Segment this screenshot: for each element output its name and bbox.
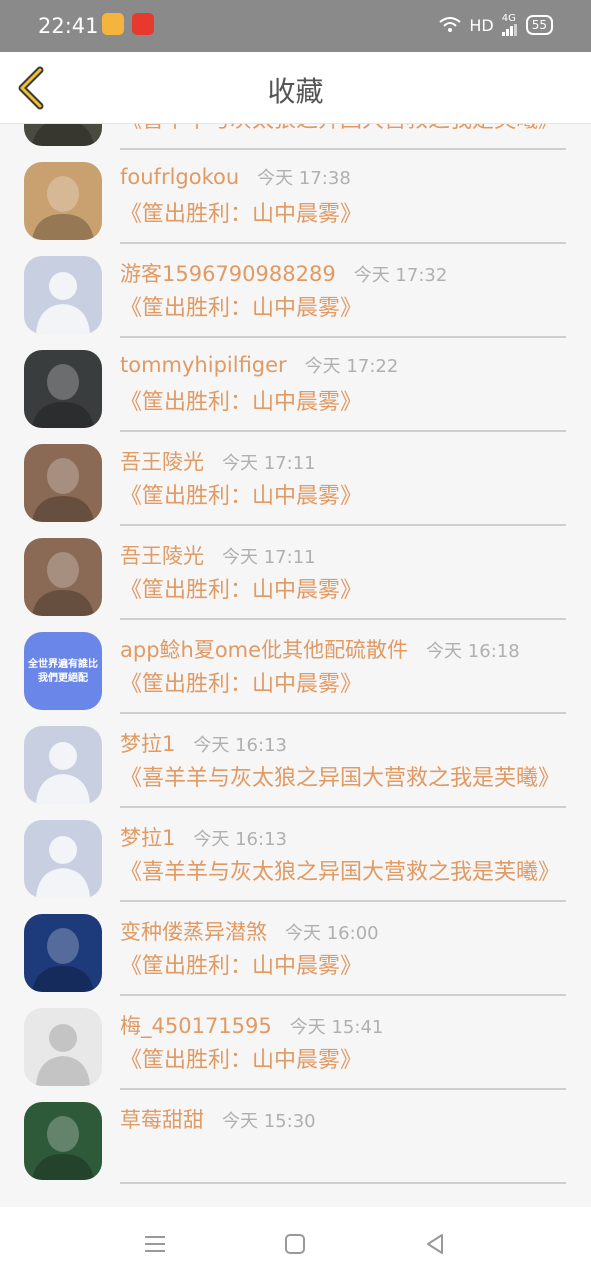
work-title[interactable]: 《喜羊羊与灰太狼之异国大营救之我是芙曦》 bbox=[120, 764, 566, 794]
user-name[interactable]: 梦拉1 bbox=[120, 728, 175, 758]
list-item-content: 游客1596790988289 今天 17:32 《筐出胜利：山中晨雾》 bbox=[120, 244, 566, 338]
user-name[interactable]: 吾王陵光 bbox=[120, 446, 204, 476]
list-item-meta: 梅_450171595 今天 15:41 bbox=[120, 1010, 566, 1044]
user-name[interactable]: 草莓甜甜 bbox=[120, 1104, 204, 1134]
app-icon bbox=[132, 13, 154, 35]
timestamp: 今天 17:11 bbox=[222, 453, 316, 474]
work-title[interactable]: 《筐出胜利：山中晨雾》 bbox=[120, 1046, 566, 1076]
list-item-content: 吾王陵光 今天 17:11 《筐出胜利：山中晨雾》 bbox=[120, 526, 566, 620]
avatar[interactable] bbox=[24, 350, 102, 428]
user-name[interactable]: 梦拉1 bbox=[120, 822, 175, 852]
list-item-content: 梦拉1 今天 16:13 《喜羊羊与灰太狼之异国大营救之我是芙曦》 bbox=[120, 808, 566, 902]
system-nav-bar bbox=[0, 1207, 591, 1280]
page-title: 收藏 bbox=[267, 75, 324, 108]
user-name[interactable]: tommyhipilfiger bbox=[120, 353, 287, 377]
work-title[interactable]: 《筐出胜利：山中晨雾》 bbox=[120, 670, 566, 700]
list-item-content: tommyhipilfiger 今天 17:22 《筐出胜利：山中晨雾》 bbox=[120, 338, 566, 432]
list-item-content: 梦拉1 今天 16:13 《喜羊羊与灰太狼之异国大营救之我是芙曦》 bbox=[120, 714, 566, 808]
list-item-content: app鲶h夏ome仳其他配硫散件 今天 16:18 《筐出胜利：山中晨雾》 bbox=[120, 620, 566, 714]
status-time: 22:41 bbox=[38, 14, 99, 38]
avatar[interactable] bbox=[24, 256, 102, 334]
weibo-icon bbox=[102, 13, 124, 35]
user-name[interactable]: 游客1596790988289 bbox=[120, 258, 336, 288]
list-item-meta: 吾王陵光 今天 17:11 bbox=[120, 446, 566, 480]
work-title[interactable]: 《筐出胜利：山中晨雾》 bbox=[120, 482, 566, 512]
timestamp: 今天 17:22 bbox=[304, 356, 399, 377]
list-item[interactable]: 吾王陵光 今天 17:11 《筐出胜利：山中晨雾》 bbox=[0, 432, 591, 526]
list-item-content: foufrlgokou 今天 17:38 《筐出胜利：山中晨雾》 bbox=[120, 150, 566, 244]
avatar[interactable] bbox=[24, 820, 102, 898]
avatar[interactable] bbox=[24, 1102, 102, 1180]
avatar[interactable] bbox=[24, 162, 102, 240]
list-item-meta: 变种偻蒸异潜煞 今天 16:00 bbox=[120, 916, 566, 950]
avatar[interactable] bbox=[24, 444, 102, 522]
list-item[interactable]: 梅_450171595 今天 15:41 《筐出胜利：山中晨雾》 bbox=[0, 996, 591, 1090]
timestamp: 今天 15:41 bbox=[289, 1017, 384, 1038]
timestamp: 今天 16:18 bbox=[426, 641, 520, 662]
work-title[interactable]: 《筐出胜利：山中晨雾》 bbox=[120, 200, 566, 230]
favorites-list[interactable]: 《喜羊羊与灰太狼之异国大营救之我是芙曦》 foufrlgokou 今天 17:38 《… bbox=[0, 124, 591, 1207]
home-icon[interactable] bbox=[282, 1231, 308, 1257]
network-type: HD bbox=[469, 15, 494, 35]
avatar[interactable] bbox=[24, 124, 102, 146]
avatar[interactable] bbox=[24, 914, 102, 992]
user-name[interactable]: 梅_450171595 bbox=[120, 1010, 272, 1040]
list-item[interactable]: tommyhipilfiger 今天 17:22 《筐出胜利：山中晨雾》 bbox=[0, 338, 591, 432]
list-item-content: 变种偻蒸异潜煞 今天 16:00 《筐出胜利：山中晨雾》 bbox=[120, 902, 566, 996]
work-title[interactable]: 《筐出胜利：山中晨雾》 bbox=[120, 952, 566, 982]
list-item-meta: 梦拉1 今天 16:13 bbox=[120, 728, 566, 762]
list-item-meta: 游客1596790988289 今天 17:32 bbox=[120, 258, 566, 292]
work-title[interactable]: 《喜羊羊与灰太狼之异国大营救之我是芙曦》 bbox=[120, 124, 566, 136]
timestamp: 今天 15:30 bbox=[222, 1111, 316, 1132]
user-name[interactable]: app鲶h夏ome仳其他配硫散件 bbox=[120, 634, 408, 664]
wifi-icon bbox=[439, 17, 461, 32]
list-item-content: 《喜羊羊与灰太狼之异国大营救之我是芙曦》 bbox=[120, 124, 566, 150]
work-title[interactable]: 《筐出胜利：山中晨雾》 bbox=[120, 576, 566, 606]
list-item[interactable]: 全世界遍有誰比我們更絕配 app鲶h夏ome仳其他配硫散件 今天 16:18 《筐出胜… bbox=[0, 620, 591, 714]
list-item[interactable]: 《喜羊羊与灰太狼之异国大营救之我是芙曦》 bbox=[0, 124, 591, 150]
timestamp: 今天 16:13 bbox=[193, 829, 287, 850]
timestamp: 今天 16:00 bbox=[285, 923, 379, 944]
user-name[interactable]: foufrlgokou bbox=[120, 165, 239, 189]
status-bar: 22:41 HD 4G 55 bbox=[0, 0, 591, 52]
list-item[interactable]: 草莓甜甜 今天 15:30 bbox=[0, 1090, 591, 1184]
list-item-meta: tommyhipilfiger 今天 17:22 bbox=[120, 352, 566, 386]
signal-type: 4G bbox=[501, 13, 516, 24]
back-icon[interactable] bbox=[422, 1231, 448, 1257]
list-item[interactable]: 变种偻蒸异潜煞 今天 16:00 《筐出胜利：山中晨雾》 bbox=[0, 902, 591, 996]
list-item-content: 草莓甜甜 今天 15:30 bbox=[120, 1090, 566, 1184]
list-item[interactable]: 游客1596790988289 今天 17:32 《筐出胜利：山中晨雾》 bbox=[0, 244, 591, 338]
work-title[interactable]: 《筐出胜利：山中晨雾》 bbox=[120, 294, 566, 324]
user-name[interactable]: 变种偻蒸异潜煞 bbox=[120, 916, 267, 946]
list-item-meta: 草莓甜甜 今天 15:30 bbox=[120, 1104, 566, 1138]
timestamp: 今天 16:13 bbox=[193, 735, 287, 756]
menu-icon[interactable] bbox=[142, 1231, 168, 1257]
signal-icon bbox=[501, 24, 517, 36]
list-item[interactable]: 吾王陵光 今天 17:11 《筐出胜利：山中晨雾》 bbox=[0, 526, 591, 620]
timestamp: 今天 17:32 bbox=[353, 265, 448, 286]
list-item-content: 吾王陵光 今天 17:11 《筐出胜利：山中晨雾》 bbox=[120, 432, 566, 526]
avatar[interactable] bbox=[24, 726, 102, 804]
battery-level: 55 bbox=[531, 18, 547, 32]
avatar[interactable]: 全世界遍有誰比我們更絕配 bbox=[24, 632, 102, 710]
timestamp: 今天 17:38 bbox=[257, 168, 351, 189]
list-item-meta: 梦拉1 今天 16:13 bbox=[120, 822, 566, 856]
list-item[interactable]: foufrlgokou 今天 17:38 《筐出胜利：山中晨雾》 bbox=[0, 150, 591, 244]
timestamp: 今天 17:11 bbox=[222, 547, 316, 568]
list-item-meta: app鲶h夏ome仳其他配硫散件 今天 16:18 bbox=[120, 634, 566, 668]
avatar-text: 全世界遍有誰比我們更絕配 bbox=[28, 659, 98, 684]
battery-icon: 55 bbox=[525, 15, 553, 35]
work-title[interactable]: 《筐出胜利：山中晨雾》 bbox=[120, 388, 566, 418]
user-name[interactable]: 吾王陵光 bbox=[120, 540, 204, 570]
avatar[interactable] bbox=[24, 538, 102, 616]
list-item-content: 梅_450171595 今天 15:41 《筐出胜利：山中晨雾》 bbox=[120, 996, 566, 1090]
list-item[interactable]: 梦拉1 今天 16:13 《喜羊羊与灰太狼之异国大营救之我是芙曦》 bbox=[0, 714, 591, 808]
list-item-meta: foufrlgokou 今天 17:38 bbox=[120, 164, 566, 198]
list-item[interactable]: 梦拉1 今天 16:13 《喜羊羊与灰太狼之异国大营救之我是芙曦》 bbox=[0, 808, 591, 902]
list-item-meta: 吾王陵光 今天 17:11 bbox=[120, 540, 566, 574]
avatar[interactable] bbox=[24, 1008, 102, 1086]
work-title[interactable]: 《喜羊羊与灰太狼之异国大营救之我是芙曦》 bbox=[120, 858, 566, 888]
nav-bar: 收藏 bbox=[0, 52, 591, 124]
